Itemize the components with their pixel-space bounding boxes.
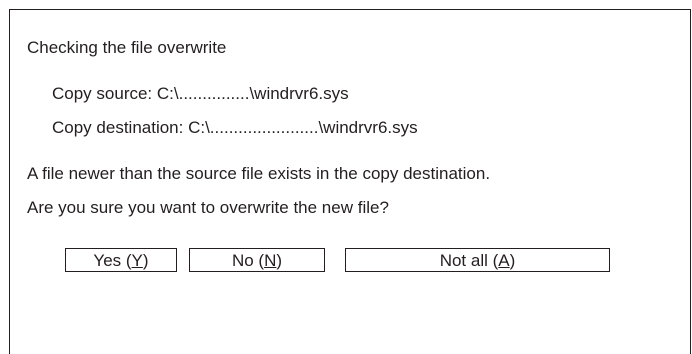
copy-destination-path: Copy destination: C:\...................… (52, 118, 418, 137)
warning-message-line-2: Are you sure you want to overwrite the n… (27, 198, 389, 217)
not-all-button-label: Not all (A) (439, 250, 516, 270)
no-button-label: No (N) (231, 250, 283, 270)
warning-message-line-1: A file newer than the source file exists… (27, 164, 491, 183)
yes-button[interactable]: Yes (Y) (65, 248, 177, 272)
no-button[interactable]: No (N) (189, 248, 325, 272)
yes-button-label: Yes (Y) (93, 250, 149, 270)
copy-source-path: Copy source: C:\...............\windrvr6… (52, 84, 349, 103)
dialog-title: Checking the file overwrite (27, 38, 227, 57)
not-all-button[interactable]: Not all (A) (345, 248, 610, 272)
